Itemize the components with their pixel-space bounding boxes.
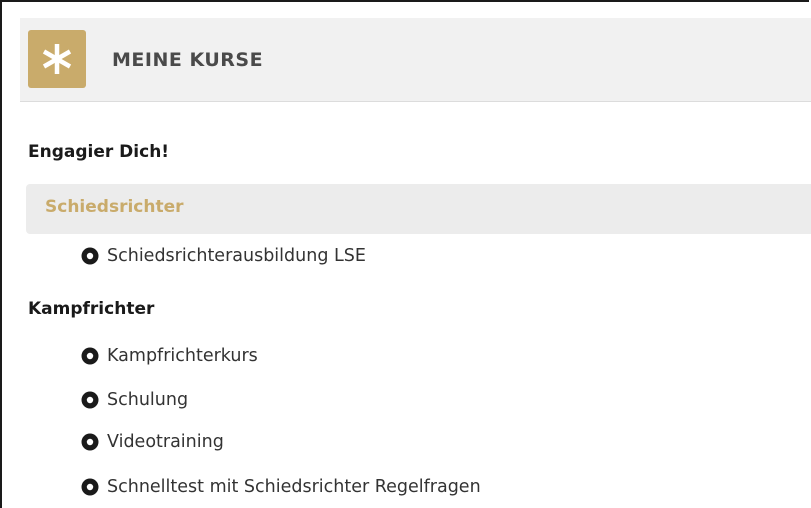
course-item-label: Schnelltest mit Schiedsrichter Regelfrag… (107, 477, 481, 497)
circle-bullet-icon (80, 246, 100, 266)
course-item-videotraining[interactable]: Videotraining (80, 432, 224, 452)
course-item-label: Videotraining (107, 432, 224, 452)
circle-bullet-icon (80, 477, 100, 497)
course-item-schiedsrichterausbildung[interactable]: Schiedsrichterausbildung LSE (80, 246, 366, 266)
courses-header: MEINE KURSE (20, 18, 811, 102)
circle-bullet-icon (80, 390, 100, 410)
course-item-label: Schiedsrichterausbildung LSE (107, 246, 366, 266)
category-engagier-dich[interactable]: Engagier Dich! (28, 142, 169, 162)
course-item-kampfrichterkurs[interactable]: Kampfrichterkurs (80, 346, 258, 366)
course-item-label: Schulung (107, 390, 189, 410)
asterisk-icon (28, 30, 86, 88)
course-item-schulung[interactable]: Schulung (80, 390, 188, 410)
header-title: MEINE KURSE (112, 49, 264, 71)
circle-bullet-icon (80, 346, 100, 366)
course-item-schnelltest[interactable]: Schnelltest mit Schiedsrichter Regelfrag… (80, 477, 481, 497)
category-kampfrichter[interactable]: Kampfrichter (28, 299, 154, 319)
course-item-label: Kampfrichterkurs (107, 346, 258, 366)
category-schiedsrichter[interactable]: Schiedsrichter (45, 197, 184, 217)
circle-bullet-icon (80, 432, 100, 452)
